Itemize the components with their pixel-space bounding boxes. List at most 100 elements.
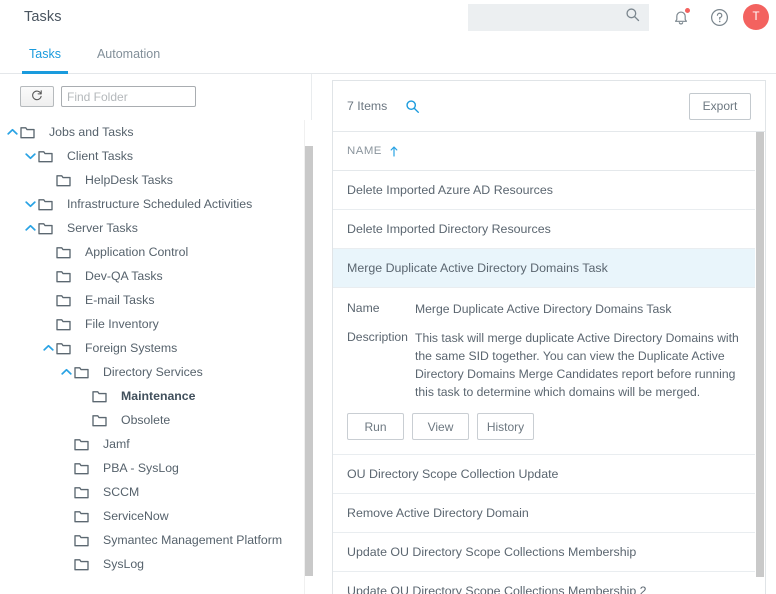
tree-node-server-tasks[interactable]: Server Tasks <box>0 216 311 240</box>
page-title: Tasks <box>24 9 62 25</box>
find-folder-input[interactable] <box>61 86 196 107</box>
task-list-scrollbar[interactable] <box>755 132 765 594</box>
tree-node-obsolete[interactable]: Obsolete <box>0 408 311 432</box>
tree-node-label: Obsolete <box>121 413 171 427</box>
table-row[interactable]: OU Directory Scope Collection Update <box>333 455 765 495</box>
avatar[interactable]: T <box>743 4 769 30</box>
task-list-panel: 7 Items Export NAME Delete Imported Azur… <box>312 74 776 594</box>
task-detail-panel: Name Merge Duplicate Active Directory Dom… <box>333 288 765 456</box>
detail-row: Description This task will merge duplicat… <box>347 329 751 401</box>
chevron-up-icon[interactable] <box>22 224 38 232</box>
tab-tasks[interactable]: Tasks <box>22 34 68 74</box>
folder-icon <box>56 270 78 283</box>
folder-tree: Jobs and Tasks Client Tasks HelpDesk Tasks… <box>0 120 311 594</box>
items-count: 7 Items <box>347 99 388 113</box>
folder-icon <box>56 342 78 355</box>
run-button[interactable]: Run <box>347 413 404 441</box>
tree-node-jamf[interactable]: Jamf <box>0 432 311 456</box>
tree-node-label: Infrastructure Scheduled Activities <box>67 197 253 211</box>
chevron-up-icon[interactable] <box>58 368 74 376</box>
table-row[interactable]: Delete Imported Directory Resources <box>333 210 765 249</box>
tree-node-servicenow[interactable]: ServiceNow <box>0 504 311 528</box>
folder-icon <box>56 174 78 187</box>
tree-node-label: Symantec Management Platform <box>103 533 283 547</box>
task-name: Update OU Directory Scope Collections Me… <box>347 584 647 594</box>
tree-node-label: PBA - SysLog <box>103 461 179 475</box>
folder-icon <box>74 486 96 499</box>
folder-icon <box>56 318 78 331</box>
refresh-button[interactable] <box>20 86 54 107</box>
tree-node-label: Jobs and Tasks <box>49 125 134 139</box>
folder-icon <box>74 438 96 451</box>
notifications-button[interactable] <box>667 3 695 31</box>
tree-node-directory-services[interactable]: Directory Services <box>0 360 311 384</box>
chevron-down-icon[interactable] <box>22 200 38 208</box>
task-list-card: 7 Items Export NAME Delete Imported Azur… <box>332 80 766 594</box>
folder-icon <box>92 390 114 403</box>
tree-node-label: Server Tasks <box>67 221 138 235</box>
task-rows: Delete Imported Azure AD Resources Delete… <box>333 171 765 594</box>
task-name: Delete Imported Azure AD Resources <box>347 183 553 197</box>
list-search-button[interactable] <box>405 99 420 114</box>
tree-node-label: HelpDesk Tasks <box>85 173 173 187</box>
folder-tree-panel: Jobs and Tasks Client Tasks HelpDesk Tasks… <box>0 74 313 594</box>
folder-icon <box>74 366 96 379</box>
detail-description-label: Description <box>347 330 408 345</box>
tree-node-label: Maintenance <box>121 389 196 403</box>
detail-name-label: Name <box>347 301 380 315</box>
tree-node-client-tasks[interactable]: Client Tasks <box>0 144 311 168</box>
table-row[interactable]: Update OU Directory Scope Collections Me… <box>333 572 765 594</box>
tree-node-label: E-mail Tasks <box>85 293 155 307</box>
help-button[interactable] <box>705 3 733 31</box>
search-icon <box>625 7 640 27</box>
refresh-icon <box>31 88 43 106</box>
task-name: OU Directory Scope Collection Update <box>347 467 559 482</box>
column-header-name[interactable]: NAME <box>333 132 765 171</box>
table-row[interactable]: Delete Imported Azure AD Resources <box>333 171 765 210</box>
tree-node-label: ServiceNow <box>103 509 169 523</box>
task-name: Remove Active Directory Domain <box>347 506 529 521</box>
task-list-header: 7 Items Export <box>333 81 765 132</box>
folder-icon <box>56 294 78 307</box>
view-button[interactable]: View <box>412 413 469 441</box>
tree-node-e-mail-tasks[interactable]: E-mail Tasks <box>0 288 311 312</box>
tree-node-foreign-systems[interactable]: Foreign Systems <box>0 336 311 360</box>
detail-action-buttons: Run View History <box>347 412 751 441</box>
tree-node-maintenance[interactable]: Maintenance <box>0 384 311 408</box>
chevron-up-icon[interactable] <box>40 344 56 352</box>
folder-icon <box>74 558 96 571</box>
tree-node-helpdesk-tasks[interactable]: HelpDesk Tasks <box>0 168 311 192</box>
global-search-input[interactable] <box>468 3 649 31</box>
table-row[interactable]: Update OU Directory Scope Collections Me… <box>333 533 765 573</box>
chevron-up-icon[interactable] <box>4 128 20 136</box>
folder-icon <box>56 246 78 259</box>
chevron-down-icon[interactable] <box>22 152 38 160</box>
export-button[interactable]: Export <box>689 92 751 120</box>
folder-icon <box>38 198 60 211</box>
tab-bar: Tasks Automation <box>0 34 776 74</box>
folder-icon <box>74 534 96 547</box>
task-list-scrollbar-thumb[interactable] <box>756 132 764 577</box>
tree-node-file-inventory[interactable]: File Inventory <box>0 312 311 336</box>
tree-node-label: File Inventory <box>85 317 159 331</box>
tree-node-label: Foreign Systems <box>85 341 178 355</box>
tree-node-jobs-and-tasks[interactable]: Jobs and Tasks <box>0 120 311 144</box>
task-name: Merge Duplicate Active Directory Domains… <box>347 261 608 275</box>
tree-node-label: Jamf <box>103 437 130 451</box>
tree-node-symantec-management-platform[interactable]: Symantec Management Platform <box>0 528 311 552</box>
tree-node-sccm[interactable]: SCCM <box>0 480 311 504</box>
folder-icon <box>74 462 96 475</box>
folder-icon <box>74 510 96 523</box>
content-area: Jobs and Tasks Client Tasks HelpDesk Tasks… <box>0 74 776 594</box>
tree-node-dev-qa-tasks[interactable]: Dev-QA Tasks <box>0 264 311 288</box>
tab-automation[interactable]: Automation <box>90 34 167 73</box>
detail-name-value: Merge Duplicate Active Directory Domains… <box>415 302 672 316</box>
table-row[interactable]: Merge Duplicate Active Directory Domains… <box>333 249 765 288</box>
tree-node-infrastructure-scheduled-activities[interactable]: Infrastructure Scheduled Activities <box>0 192 311 216</box>
table-row[interactable]: Remove Active Directory Domain <box>333 494 765 534</box>
task-name: Delete Imported Directory Resources <box>347 222 551 236</box>
tree-node-pba-syslog[interactable]: PBA - SysLog <box>0 456 311 480</box>
tree-node-syslog[interactable]: SysLog <box>0 552 311 576</box>
history-button[interactable]: History <box>477 413 534 441</box>
tree-node-application-control[interactable]: Application Control <box>0 240 311 264</box>
